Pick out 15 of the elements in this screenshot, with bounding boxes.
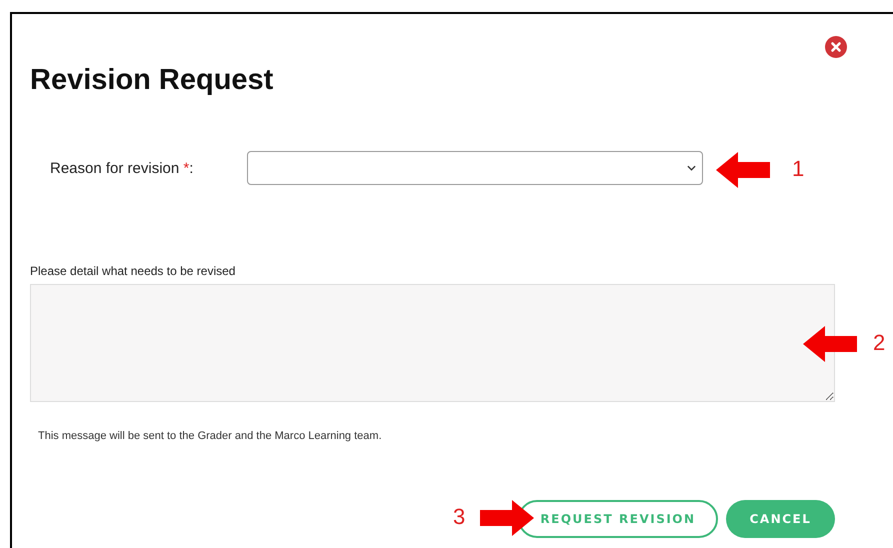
arrow-icon (803, 326, 857, 362)
annotation-number: 2 (873, 329, 886, 357)
dialog-title: Revision Request (30, 64, 274, 97)
field-label: Reason for revision *: (50, 160, 194, 176)
arrow-icon (480, 500, 534, 536)
cancel-button[interactable]: CANCEL (726, 500, 835, 538)
info-text: This message will be sent to the Grader and the Marco Learning team. (38, 430, 383, 442)
close-icon[interactable] (825, 36, 847, 58)
request-revision-button[interactable]: REQUEST REVISION (518, 500, 718, 538)
reason-dropdown[interactable] (247, 151, 703, 185)
annotation-number: 1 (792, 155, 804, 183)
field-label: Please detail what needs to be revised (30, 264, 236, 278)
caret-icon (687, 165, 696, 171)
arrow-icon (716, 152, 770, 188)
annotation-number: 3 (453, 503, 466, 531)
